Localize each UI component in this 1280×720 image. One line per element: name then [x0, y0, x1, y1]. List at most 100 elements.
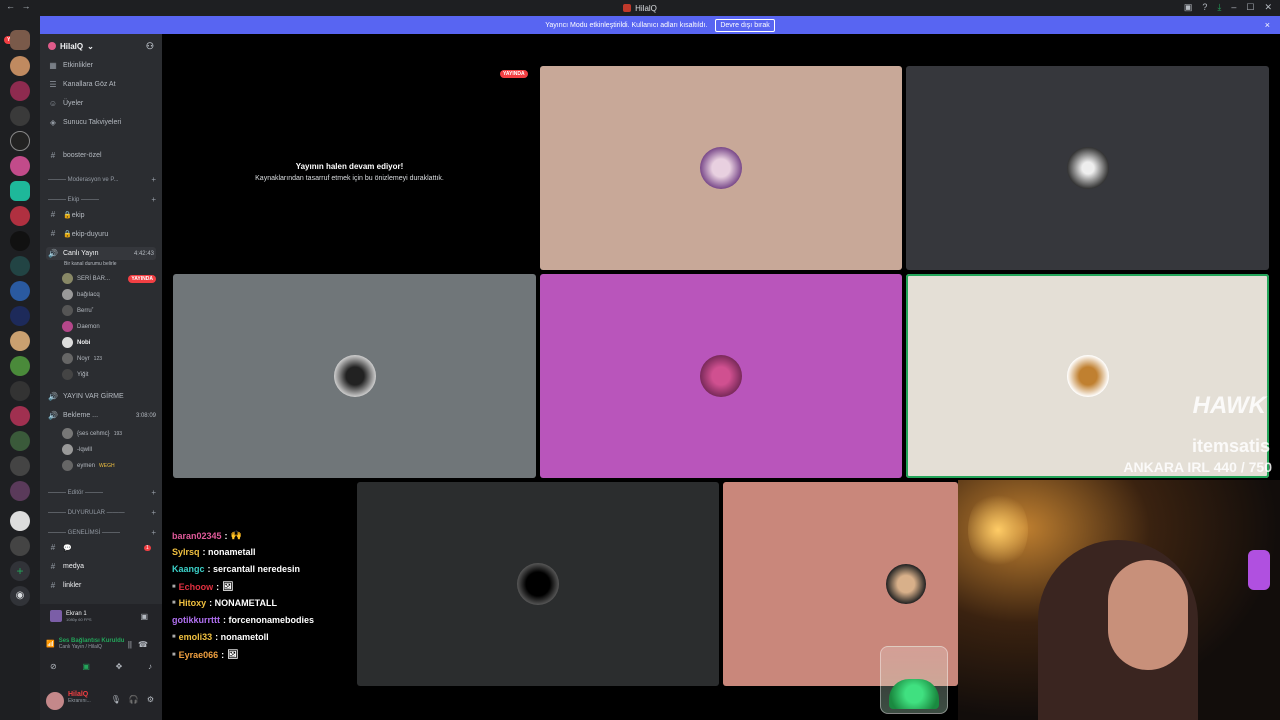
- voice-user-name: eymen: [77, 462, 96, 469]
- inbox-icon[interactable]: ▣: [1184, 2, 1193, 13]
- sidebar-item-browse[interactable]: ☰ Kanallara Göz At: [48, 80, 115, 89]
- server-5[interactable]: [10, 131, 30, 151]
- voice-connection-status[interactable]: 📶 Ses Bağlantısı Kuruldu Canlı Yayın / H…: [46, 638, 124, 650]
- chat-username: gotikkurrttt: [172, 615, 220, 625]
- category-duyurular[interactable]: ——— DUYURULAR ——— +: [48, 508, 156, 517]
- server-19[interactable]: [10, 481, 30, 501]
- voice-user[interactable]: eymen WEGH: [62, 460, 156, 471]
- add-channel-icon[interactable]: +: [151, 175, 156, 184]
- voice-user[interactable]: Nobi: [62, 337, 156, 348]
- activities-icon[interactable]: ✥: [116, 662, 123, 671]
- close-window-button[interactable]: ✕: [1264, 2, 1272, 13]
- boost-icon: ◈: [49, 118, 57, 127]
- add-channel-icon[interactable]: +: [151, 508, 156, 517]
- server-9[interactable]: [10, 231, 30, 251]
- voice-user[interactable]: {ses cehmc} 193: [62, 428, 156, 439]
- channel-ekip[interactable]: # 🔒ekip: [48, 210, 85, 219]
- voice-user-name: Berru˚: [77, 307, 94, 314]
- app-icon: [623, 4, 632, 12]
- sidebar-item-members[interactable]: ☺ Üyeler: [48, 99, 83, 108]
- chat-emote: 🖼: [222, 581, 234, 591]
- voice-user[interactable]: SERİ BAR... YAYINDA: [62, 273, 156, 284]
- add-channel-icon[interactable]: +: [151, 528, 156, 537]
- add-server-icon[interactable]: +: [10, 561, 30, 581]
- server-15[interactable]: [10, 381, 30, 401]
- voice-user[interactable]: bağılacq: [62, 289, 156, 300]
- server-16[interactable]: [10, 406, 30, 426]
- server-6[interactable]: [10, 156, 30, 176]
- server-21[interactable]: [10, 536, 30, 556]
- server-20[interactable]: [10, 511, 30, 531]
- channel-linkler[interactable]: # linkler: [48, 581, 82, 590]
- maximize-button[interactable]: ☐: [1246, 2, 1254, 13]
- category-genelimsi[interactable]: ——— GENELİMSİ ——— +: [48, 528, 156, 537]
- server-13[interactable]: [10, 331, 30, 351]
- help-icon[interactable]: ?: [1202, 2, 1207, 13]
- server-header[interactable]: HilalQ ⌄ ⚇: [40, 34, 162, 58]
- voice-channel-canli-yayin[interactable]: 🔊 Canlı Yayın 4:42:43: [46, 247, 156, 260]
- channel-status[interactable]: Bir kanal durumu belirle: [64, 261, 117, 267]
- voice-user[interactable]: -lqwlll: [62, 444, 156, 455]
- download-icon[interactable]: ⤓: [1217, 2, 1221, 13]
- signal-icon: 📶: [46, 641, 55, 648]
- channel-ekip-duyuru[interactable]: # 🔒ekip-duyuru: [48, 229, 109, 238]
- noise-suppression-icon[interactable]: ||: [128, 640, 132, 649]
- paused-preview[interactable]: Yayının halen devam ediyor! Kaynaklarınd…: [162, 72, 537, 272]
- disconnect-icon[interactable]: ☎: [138, 640, 148, 649]
- channel-booster[interactable]: # booster-özel: [48, 151, 102, 160]
- sidebar-item-events[interactable]: ▦ Etkinlikler: [48, 61, 93, 70]
- server-3[interactable]: [10, 81, 30, 101]
- headphones-icon[interactable]: 🎧: [129, 695, 139, 704]
- invite-icon[interactable]: ⚇: [146, 41, 154, 52]
- voice-user[interactable]: Berru˚: [62, 305, 156, 316]
- server-14[interactable]: [10, 356, 30, 376]
- disable-streamer-mode-button[interactable]: Devre dışı bırak: [715, 18, 775, 32]
- sidebar-item-label: Etkinlikler: [63, 62, 93, 69]
- server-18[interactable]: [10, 456, 30, 476]
- minimize-button[interactable]: –: [1231, 2, 1236, 13]
- avatar[interactable]: [46, 692, 64, 710]
- server-10[interactable]: [10, 256, 30, 276]
- server-7[interactable]: [10, 181, 30, 201]
- unread-badge: 1: [144, 544, 151, 551]
- channel-medya[interactable]: # medya: [48, 562, 84, 571]
- voice-user[interactable]: Noyr 123: [62, 353, 156, 364]
- category-ekip[interactable]: ——— Ekip ——— +: [48, 195, 156, 204]
- microphone-icon[interactable]: 🎙: [111, 695, 121, 704]
- channel-label: 🔒ekip-duyuru: [63, 230, 109, 238]
- tile-participant-4[interactable]: [540, 274, 902, 478]
- soundboard-icon[interactable]: ♪: [148, 662, 152, 671]
- voice-channel-yayin-var[interactable]: 🔊 YAYIN VAR GİRME: [48, 392, 124, 401]
- stop-share-icon[interactable]: ▣: [140, 612, 148, 621]
- settings-icon[interactable]: ⚙: [147, 695, 154, 704]
- user-status: Ekranını...: [68, 698, 91, 704]
- user-info[interactable]: HilalQ Ekranını...: [68, 691, 91, 704]
- voice-user[interactable]: Yiğit: [62, 369, 156, 380]
- server-1[interactable]: [10, 30, 30, 50]
- sidebar-item-boosts[interactable]: ◈ Sunucu Takviyeleri: [48, 118, 121, 127]
- server-4[interactable]: [10, 106, 30, 126]
- server-17[interactable]: [10, 431, 30, 451]
- tile-participant-1[interactable]: [540, 66, 902, 270]
- category-moderasyon[interactable]: ——— Moderasyon ve P... +: [48, 175, 156, 184]
- close-banner-icon[interactable]: ×: [1265, 20, 1270, 30]
- camera-off-icon[interactable]: ⊘: [50, 662, 57, 671]
- channel-chat[interactable]: # 💬 1: [48, 543, 151, 552]
- server-8[interactable]: [10, 206, 30, 226]
- add-channel-icon[interactable]: +: [151, 195, 156, 204]
- discover-icon[interactable]: ◉: [10, 586, 30, 606]
- tile-participant-2[interactable]: [906, 66, 1269, 270]
- voice-channel-bekleme[interactable]: 🔊 Bekleme ... 3:08:09: [48, 411, 156, 420]
- chat-message: baran02345 : 🙌: [172, 530, 242, 541]
- tile-participant-3[interactable]: [173, 274, 536, 478]
- server-11[interactable]: [10, 281, 30, 301]
- add-channel-icon[interactable]: +: [151, 488, 156, 497]
- server-2[interactable]: [10, 56, 30, 76]
- screen-share-button-icon[interactable]: ▣: [82, 662, 90, 671]
- voice-user[interactable]: Daemon: [62, 321, 156, 332]
- tile-participant-6[interactable]: [357, 482, 719, 686]
- screen-share-info[interactable]: Ekran 1 1080p 60 FPS: [50, 610, 92, 622]
- nav-arrows[interactable]: ← →: [6, 1, 33, 11]
- server-12[interactable]: [10, 306, 30, 326]
- category-editor[interactable]: ——— Editör ——— +: [48, 488, 156, 497]
